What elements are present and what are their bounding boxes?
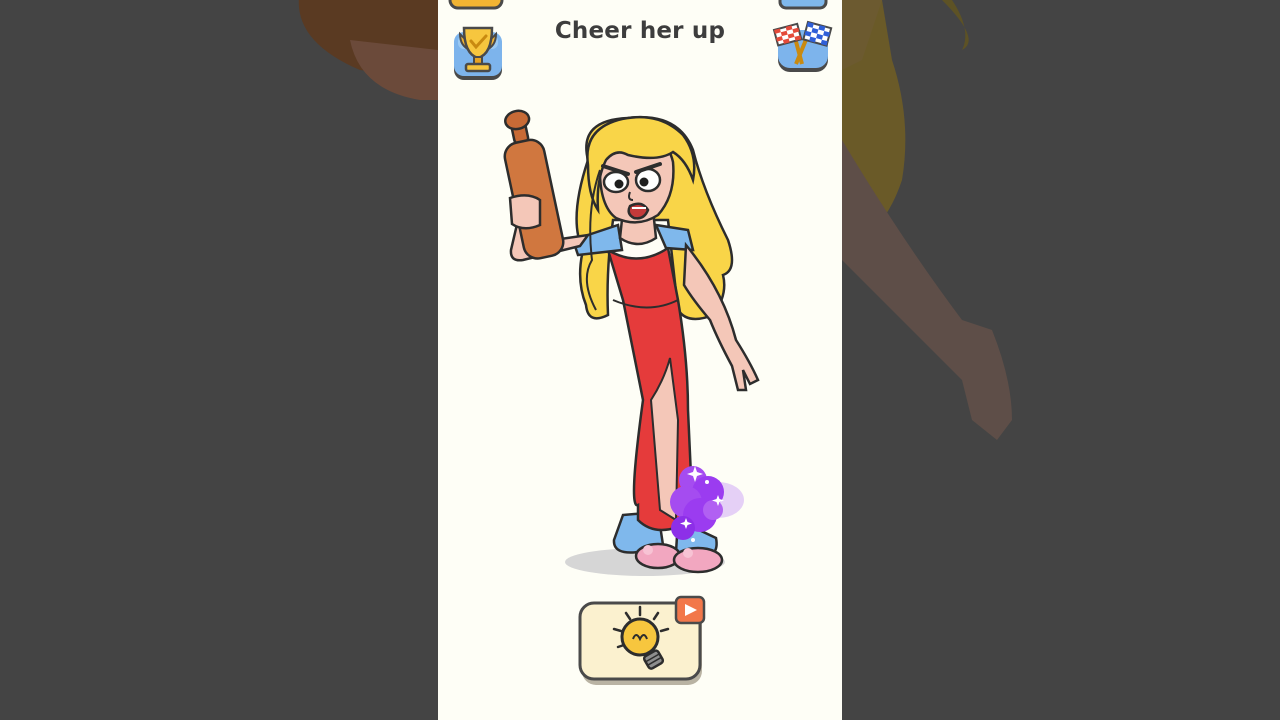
screen: Cheer her up <box>0 0 1280 720</box>
levels-flags-button[interactable] <box>772 18 836 76</box>
coins-icon[interactable] <box>446 0 506 14</box>
hint-button[interactable] <box>578 595 710 689</box>
rolling-pin <box>503 109 565 260</box>
right-background-overlay <box>842 0 1280 720</box>
play-video-icon <box>674 595 706 625</box>
menu-icon[interactable] <box>778 0 828 10</box>
game-panel: Cheer her up <box>438 0 842 720</box>
left-background-overlay <box>0 0 438 720</box>
magic-smoke-effect <box>670 466 744 542</box>
angry-woman-character[interactable] <box>488 100 788 585</box>
